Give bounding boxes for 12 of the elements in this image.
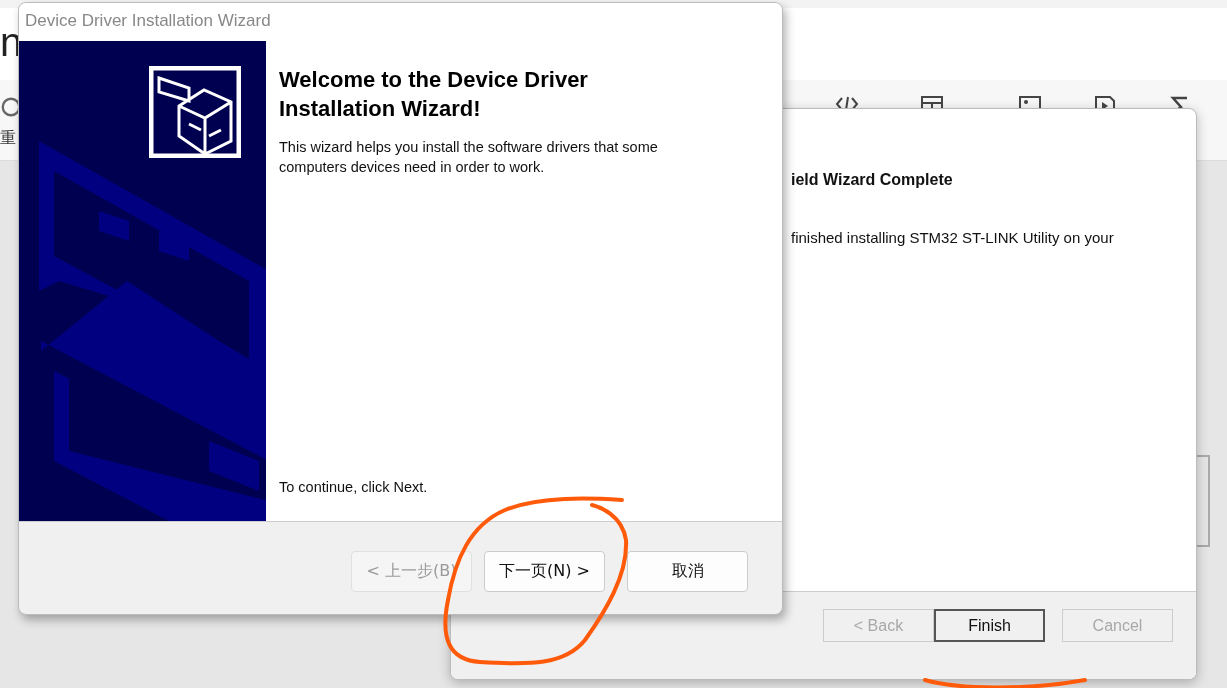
message-text: finished installing STM32 ST-LINK Utility on your xyxy=(791,229,1115,246)
window-title: Device Driver Installation Wizard xyxy=(19,3,782,41)
toolbar-label: 重 xyxy=(0,128,16,148)
window-heading: ield Wizard Complete xyxy=(791,171,954,189)
wizard-button[interactable]: 下一页(N) > xyxy=(484,551,605,592)
continue-hint: To continue, click Next. xyxy=(279,479,429,495)
wizard-button[interactable]: 取消 xyxy=(627,551,748,592)
description-text: This wizard helps you install the software drivers that some computers devices need in order to work. xyxy=(279,138,659,177)
wizard-heading: Welcome to the Device Driver Installation Wizard! xyxy=(279,66,589,123)
drive-icon xyxy=(149,66,241,158)
code-icon[interactable] xyxy=(835,95,859,111)
wizard-button[interactable]: Finish xyxy=(934,609,1045,642)
